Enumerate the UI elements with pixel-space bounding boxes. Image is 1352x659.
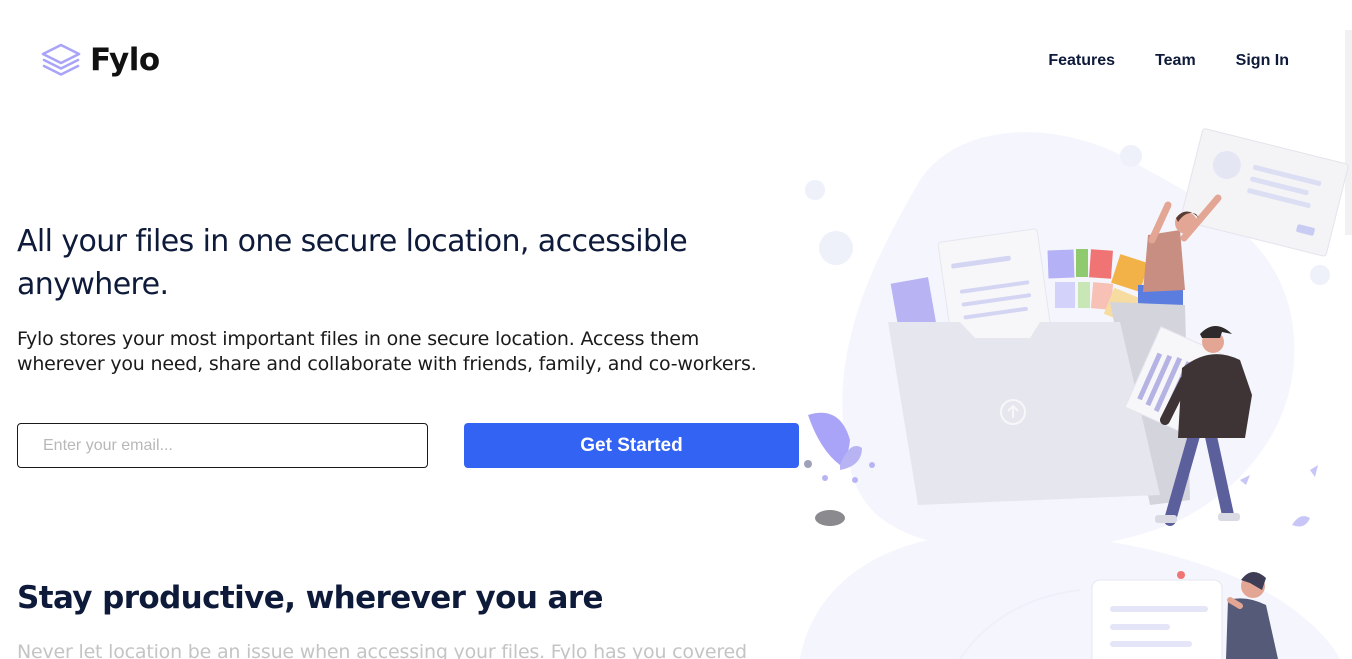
background-blob — [842, 132, 1295, 552]
purple-doc — [890, 277, 938, 338]
folder — [888, 302, 1190, 505]
nav-item-team[interactable]: Team — [1155, 52, 1196, 70]
striped-doc — [1124, 326, 1221, 435]
layers-icon — [41, 43, 81, 76]
brand-logo[interactable]: Fylo — [40, 42, 160, 78]
email-input[interactable] — [17, 423, 428, 468]
brand-name: Fylo — [90, 42, 160, 78]
main-nav: Features Team Sign In — [1008, 52, 1289, 70]
rock — [815, 510, 845, 526]
productive-section-description: Never let location be an issue when acce… — [17, 641, 747, 659]
plant — [804, 412, 875, 483]
color-swatches — [1047, 249, 1149, 325]
nav-item-sign-in[interactable]: Sign In — [1236, 52, 1289, 70]
person-walking — [1155, 326, 1252, 526]
white-doc — [937, 228, 1053, 352]
nav-item-features[interactable]: Features — [1048, 52, 1115, 70]
hero-description: Fylo stores your most important files in… — [17, 328, 757, 375]
floating-card — [1180, 128, 1349, 257]
productive-section-title: Stay productive, wherever you are — [17, 580, 604, 616]
lower-illustration — [959, 571, 1278, 659]
person-lifting — [1138, 194, 1222, 305]
background-blob-lower — [800, 532, 1340, 659]
get-started-button[interactable]: Get Started — [464, 423, 799, 468]
hero-title: All your files in one secure location, a… — [17, 224, 688, 302]
